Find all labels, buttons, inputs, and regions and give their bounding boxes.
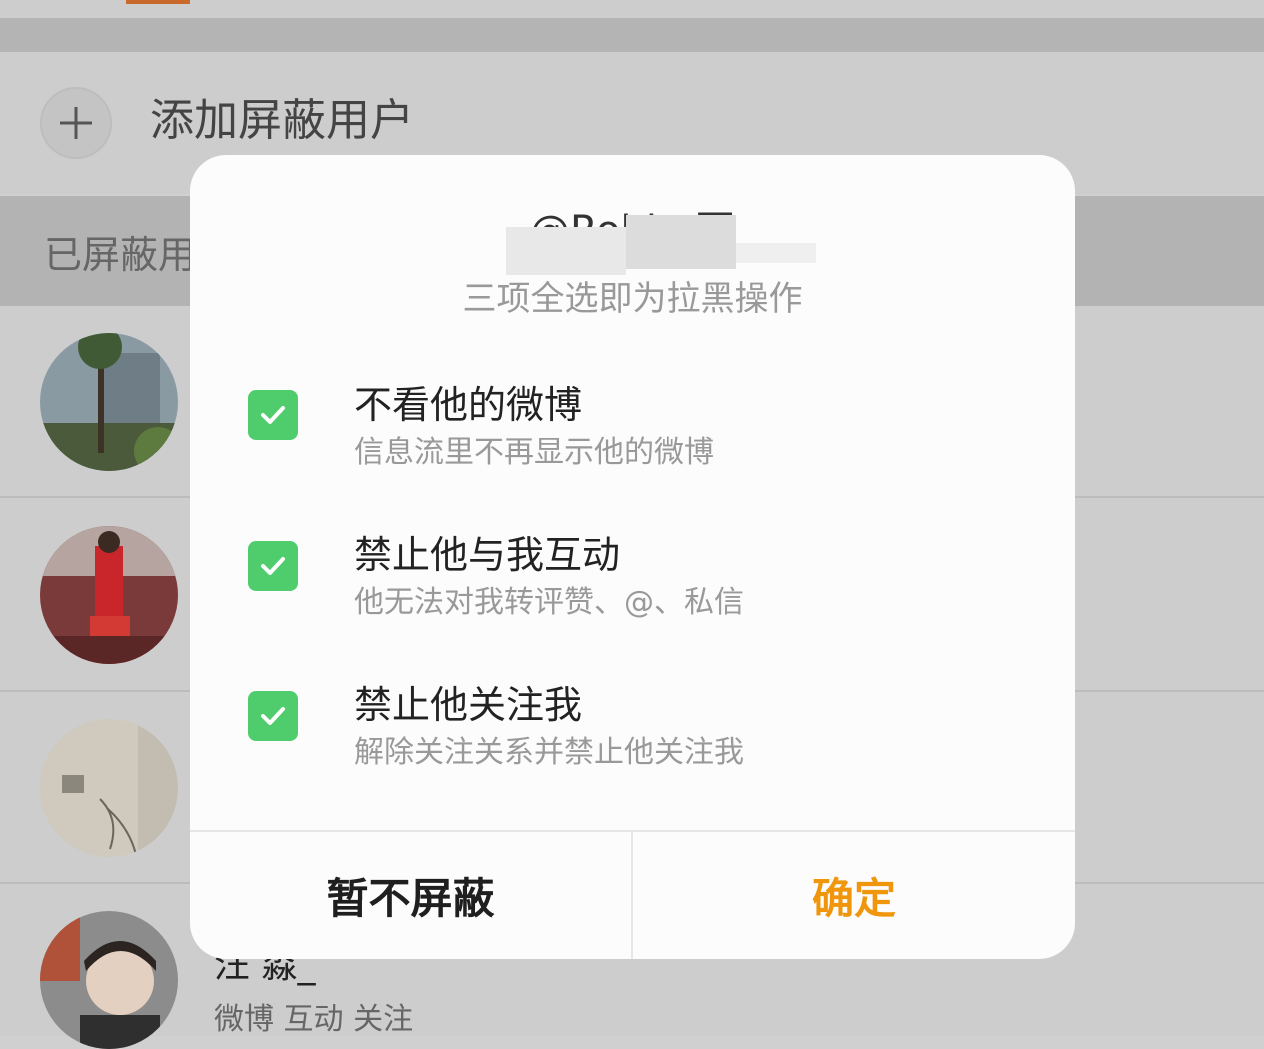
- tab-indicator: [126, 0, 190, 4]
- avatar[interactable]: [40, 719, 178, 857]
- checkbox-checked-icon[interactable]: [248, 390, 298, 440]
- option-title: 禁止他与我互动: [354, 533, 621, 577]
- cancel-button[interactable]: 暂不屏蔽: [190, 832, 631, 959]
- option-description: 解除关注关系并禁止他关注我: [354, 735, 744, 770]
- option-hide-posts[interactable]: 不看他的微博 信息流里不再显示他的微博: [190, 381, 1075, 481]
- username-mosaic: [626, 215, 736, 269]
- option-block-follow[interactable]: 禁止他关注我 解除关注关系并禁止他关注我: [190, 681, 1075, 781]
- option-title: 禁止他关注我: [354, 683, 583, 727]
- add-icon[interactable]: [40, 87, 112, 159]
- avatar[interactable]: [40, 911, 178, 1049]
- username-mosaic: [506, 227, 626, 275]
- checkbox-checked-icon[interactable]: [248, 541, 298, 591]
- option-title: 不看他的微博: [354, 383, 583, 427]
- option-description: 信息流里不再显示他的微博: [354, 435, 714, 470]
- block-options-dialog: @Robin 哥 三项全选即为拉黑操作 不看他的微博 信息流里不再显示他的微博 …: [190, 155, 1075, 959]
- username-mosaic: [736, 243, 816, 263]
- confirm-button[interactable]: 确定: [633, 832, 1075, 959]
- dialog-subtitle: 三项全选即为拉黑操作: [462, 279, 803, 319]
- option-block-interaction[interactable]: 禁止他与我互动 他无法对我转评赞、@、私信: [190, 531, 1075, 631]
- user-block-scope: 微博 互动 关注: [214, 1002, 414, 1037]
- section-gap: [0, 18, 1264, 52]
- avatar[interactable]: [40, 333, 178, 471]
- option-description: 他无法对我转评赞、@、私信: [354, 585, 744, 620]
- checkbox-checked-icon[interactable]: [248, 691, 298, 741]
- add-blocked-user-label[interactable]: 添加屏蔽用户: [150, 94, 414, 148]
- avatar[interactable]: [40, 526, 178, 664]
